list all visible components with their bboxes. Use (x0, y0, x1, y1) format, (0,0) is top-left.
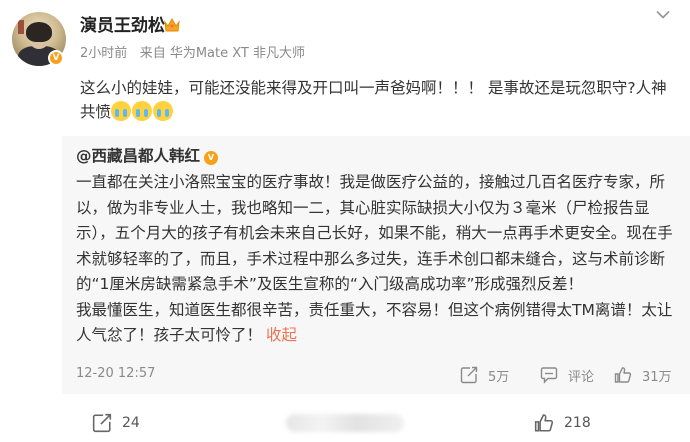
reposted-card[interactable]: @西藏昌都人韩红 V 一直都在关注小洛熙宝宝的医疗事故！我是做医疗公益的，接触过几… (62, 136, 690, 394)
repost-count: 24 (122, 415, 140, 431)
comment-button[interactable]: 评论 (540, 364, 594, 386)
comment-icon (540, 367, 558, 384)
like-count-button[interactable]: 31万 (614, 364, 672, 386)
cry-emoji-icon (132, 101, 153, 121)
repost-footer: 12-20 12:57 5万 评论 31万 (62, 362, 690, 390)
cry-emoji-icon (153, 101, 174, 121)
repost-button[interactable]: 24 (92, 412, 140, 434)
post-text: 这么小的娃娃，可能还没能来得及开口叫一声爸妈啊！！！ 是事故还是玩忽职守?人神共… (80, 76, 680, 124)
repost-paragraph: 一直都在关注小洛熙宝宝的医疗事故！我是做医疗公益的，接触过几百名医疗专家，所以，… (76, 173, 673, 293)
verified-badge-icon: V (204, 151, 219, 165)
like-icon (614, 367, 632, 383)
post-header: V 演员王劲松 2小时前 来自 华为Mate XT 非凡大师 (0, 0, 690, 70)
repost-body: 一直都在关注小洛熙宝宝的医疗事故！我是做医疗公益的，接触过几百名医疗专家，所以，… (76, 170, 680, 349)
author-name[interactable]: 演员王劲松 (80, 14, 165, 38)
action-bar: 24 218 (0, 400, 690, 442)
repost-icon (460, 366, 478, 384)
chevron-down-icon[interactable] (656, 10, 670, 20)
post-source: 来自 华为Mate XT 非凡大师 (139, 46, 305, 61)
like-count: 218 (564, 415, 591, 431)
cry-emoji-icon (111, 101, 132, 121)
repost-paragraph: 我最懂医生，知道医生都很辛苦，责任重大，不容易！但这个病例错得太TM离谱！太让人… (76, 300, 673, 345)
verified-badge-icon: V (48, 50, 64, 66)
collapse-link[interactable]: 收起 (266, 326, 297, 344)
comment-button[interactable] (286, 414, 404, 432)
repost-count-button[interactable]: 5万 (460, 364, 509, 386)
crown-icon (164, 17, 180, 32)
repost-author[interactable]: @西藏昌都人韩红 V (76, 144, 219, 168)
like-icon (534, 414, 554, 432)
like-button[interactable]: 218 (534, 412, 591, 434)
post-meta: 2小时前 来自 华为Mate XT 非凡大师 (80, 45, 305, 63)
post-time: 2小时前 (80, 46, 128, 61)
repost-icon (92, 413, 112, 433)
repost-time: 12-20 12:57 (76, 366, 156, 381)
